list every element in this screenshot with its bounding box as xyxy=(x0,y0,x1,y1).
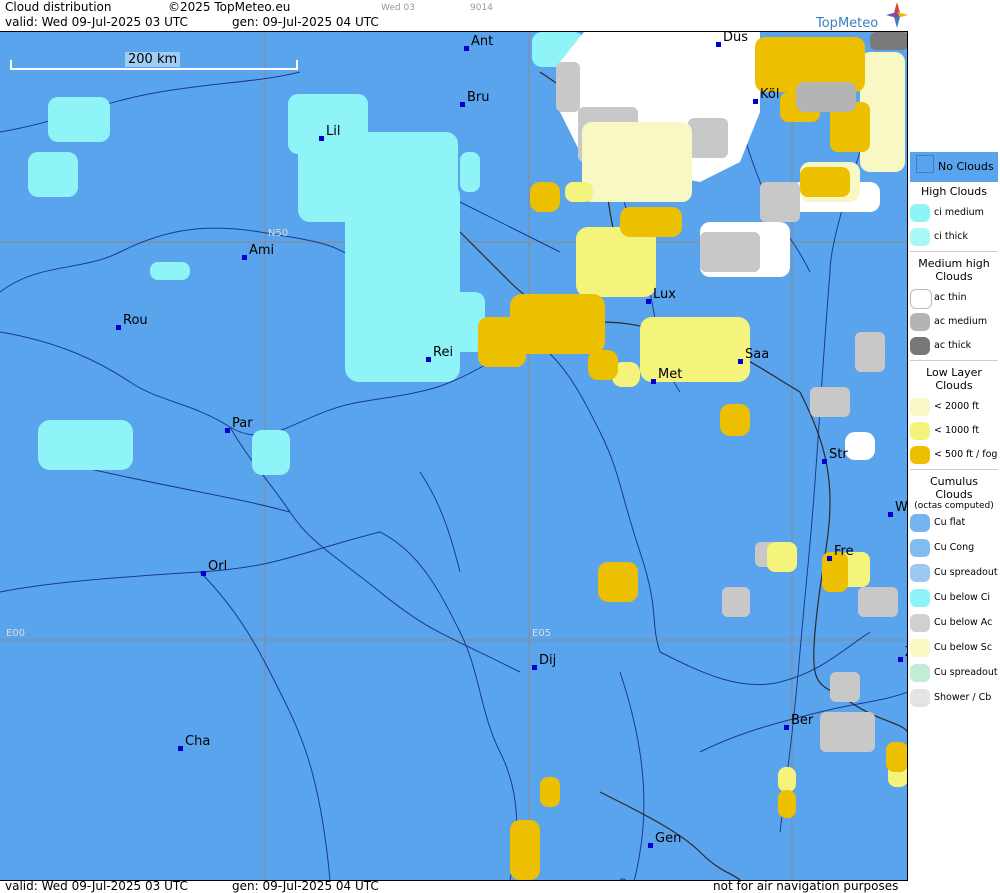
legend-swatch xyxy=(910,639,930,657)
city-str: Str xyxy=(822,447,848,464)
legend-label: Cu below Sc xyxy=(934,642,993,653)
city-par: Par xyxy=(225,416,253,433)
legend-medium-title: Medium high Clouds xyxy=(918,257,990,283)
legend-label: ac thick xyxy=(934,340,972,351)
legend-swatch xyxy=(910,204,930,222)
city-kol: Köl xyxy=(753,87,779,104)
city-ber: Ber xyxy=(784,713,813,730)
legend-item-cumulus-2: Cu spreadout xyxy=(908,561,1000,586)
cloud-map[interactable]: N50 E00 E05 200 km Ant Düs Bru Köl Lil A… xyxy=(0,32,908,880)
header-bar: Cloud distribution ©2025 TopMeteo.eu Wed… xyxy=(0,0,908,32)
city-dij: Dij xyxy=(532,653,556,670)
legend-item-cumulus-5: Cu below Sc xyxy=(908,636,1000,661)
legend-label: ac medium xyxy=(934,316,988,327)
city-met: Met xyxy=(651,367,682,384)
medium-thick-areas xyxy=(870,32,907,50)
tiny-day: Wed 03 xyxy=(381,3,415,13)
legend-label: ac thin xyxy=(934,292,967,303)
legend-item-low-2: < 500 ft / fog xyxy=(908,443,1000,467)
legend-item-medium-2: ac thick xyxy=(908,334,1000,358)
legend-label: Cu Cong xyxy=(934,542,975,553)
legend-swatch xyxy=(910,564,930,582)
legend-swatch xyxy=(910,337,930,355)
footer-valid: valid: Wed 09-Jul-2025 03 UTC xyxy=(5,879,188,893)
legend-swatch xyxy=(910,514,930,532)
map-title: Cloud distribution xyxy=(5,0,112,14)
tiny-code: 9014 xyxy=(470,3,493,13)
city-gen: Gen xyxy=(648,831,681,848)
city-rei: Rei xyxy=(426,345,453,362)
legend-swatch xyxy=(910,664,930,682)
legend-label: < 2000 ft xyxy=(934,401,980,412)
city-z: Z xyxy=(898,645,907,662)
legend-swatch xyxy=(910,446,930,464)
legend-label: Cu below Ci xyxy=(934,592,991,603)
legend-swatch xyxy=(910,313,930,331)
gen-time: gen: 09-Jul-2025 04 UTC xyxy=(232,15,379,29)
legend-swatch xyxy=(910,422,930,440)
valid-time: valid: Wed 09-Jul-2025 03 UTC xyxy=(5,15,188,29)
legend-cumulus-sub: (octas computed) xyxy=(914,501,994,511)
city-lux: Lux xyxy=(646,287,676,304)
grid-label-n50: N50 xyxy=(268,228,289,239)
legend-label: Cu spreadout xyxy=(934,567,998,578)
footer-bar: valid: Wed 09-Jul-2025 03 UTC gen: 09-Ju… xyxy=(0,879,908,893)
legend-label: Cu below Ac xyxy=(934,617,993,628)
legend-panel: No Clouds High Clouds ci medium ci thick … xyxy=(908,152,1000,711)
city-dus: Düs xyxy=(716,32,748,47)
city-bru: Bru xyxy=(460,90,490,107)
legend-label: ci thick xyxy=(934,231,968,242)
legend-swatch xyxy=(910,589,930,607)
compass-logo-icon xyxy=(886,2,908,28)
legend-item-cumulus-4: Cu below Ac xyxy=(908,611,1000,636)
scale-label: 200 km xyxy=(125,52,181,67)
legend-item-cumulus-6: Cu spreadout below Ci xyxy=(908,661,1000,686)
city-saa: Saa xyxy=(738,347,769,364)
medium-medium-areas xyxy=(796,82,856,112)
legend-swatch xyxy=(910,289,932,309)
legend-label: ci medium xyxy=(934,207,984,218)
legend-swatch xyxy=(910,228,930,246)
legend-no-clouds: No Clouds xyxy=(910,152,998,182)
footer-gen: gen: 09-Jul-2025 04 UTC xyxy=(232,879,379,893)
legend-item-medium-1: ac medium xyxy=(908,310,1000,334)
legend-item-medium-0: ac thin xyxy=(908,286,1000,310)
city-ami: Ami xyxy=(242,243,274,260)
city-ant: Ant xyxy=(464,34,493,51)
legend-label: Cu spreadout below Ci xyxy=(934,667,1000,678)
legend-item-high-1: ci thick xyxy=(908,225,1000,249)
legend-item-cumulus-1: Cu Cong xyxy=(908,536,1000,561)
legend-low-title: Low Layer Clouds xyxy=(926,366,982,392)
legend-item-cumulus-3: Cu below Ci xyxy=(908,586,1000,611)
map-canvas xyxy=(0,32,907,880)
city-cha: Cha xyxy=(178,734,210,751)
city-lil: Lil xyxy=(319,124,340,141)
legend-high-title: High Clouds xyxy=(921,185,987,198)
grid-label-e05: E05 xyxy=(532,628,552,639)
legend-item-cumulus-0: Cu flat xyxy=(908,511,1000,536)
legend-item-low-0: < 2000 ft xyxy=(908,395,1000,419)
grid-label-e00: E00 xyxy=(6,628,26,639)
city-fre: Fre xyxy=(827,544,854,561)
legend-label: Cu flat xyxy=(934,517,966,528)
legend-item-high-0: ci medium xyxy=(908,201,1000,225)
city-rou: Rou xyxy=(116,313,148,330)
high-cloud-areas xyxy=(28,32,584,475)
legend-item-low-1: < 1000 ft xyxy=(908,419,1000,443)
footer-disclaimer: not for air navigation purposes xyxy=(713,879,899,893)
legend-item-cumulus-7: Shower / Cb xyxy=(908,686,1000,711)
legend-swatch xyxy=(910,539,930,557)
copyright: ©2025 TopMeteo.eu xyxy=(168,0,291,14)
legend-swatch xyxy=(910,398,930,416)
city-orl: Orl xyxy=(201,559,227,576)
legend-label: Shower / Cb xyxy=(934,692,992,703)
city-w: W xyxy=(888,500,907,517)
legend-label: < 500 ft / fog xyxy=(934,449,998,460)
topmeteo-logo: TopMeteo xyxy=(816,2,908,32)
legend-cumulus-title: Cumulus Clouds xyxy=(929,475,979,501)
legend-swatch xyxy=(910,614,930,632)
legend-label: < 1000 ft xyxy=(934,425,980,436)
legend-swatch xyxy=(910,689,930,707)
